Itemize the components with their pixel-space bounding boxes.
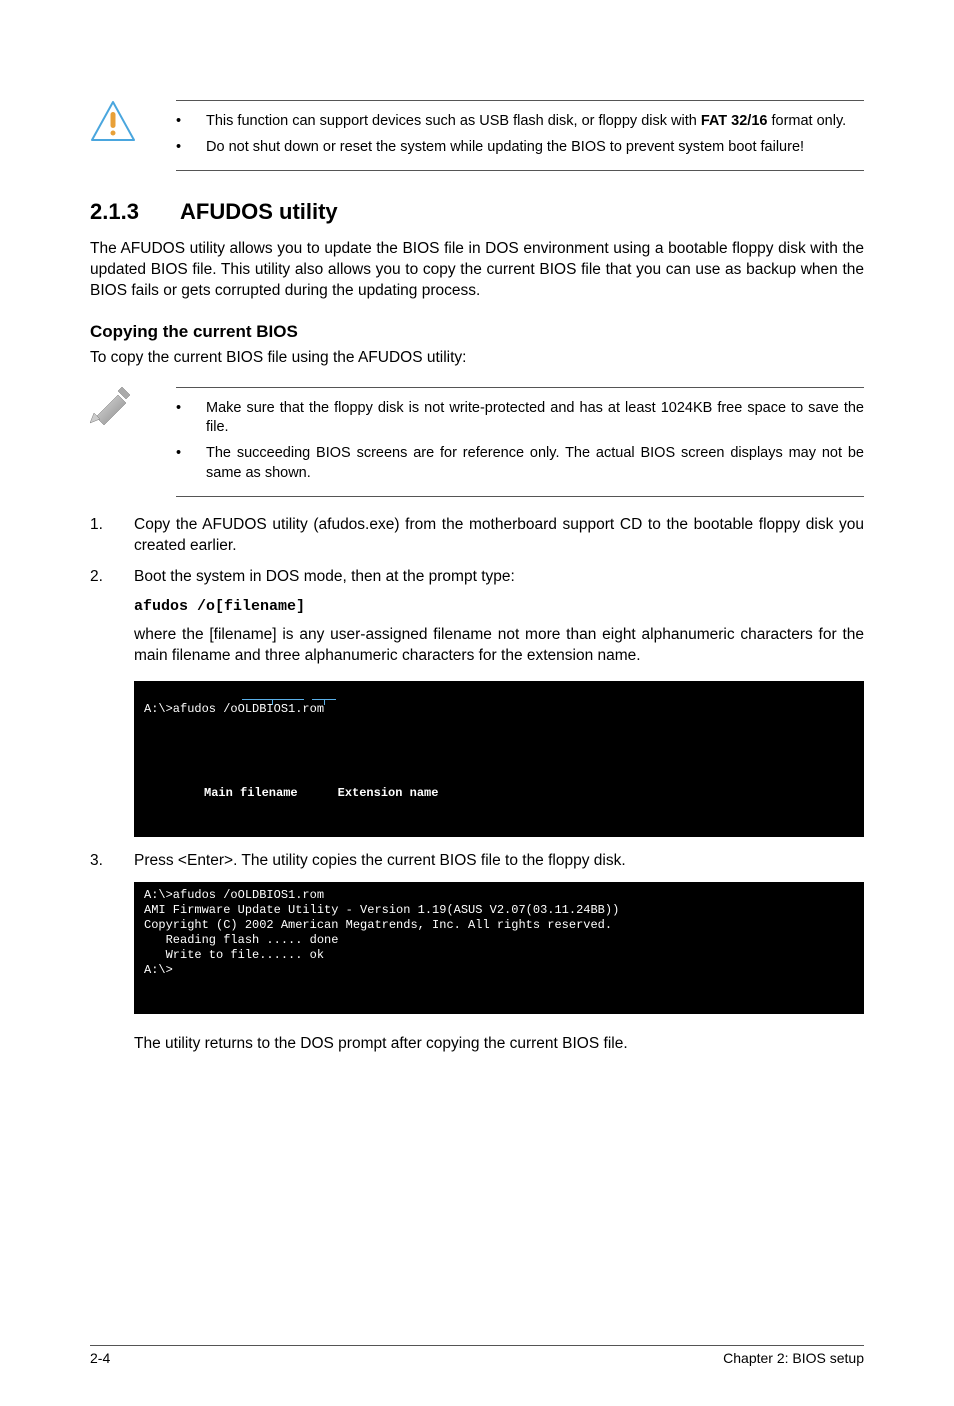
- warning-icon: [90, 100, 136, 142]
- warning-content: • This function can support devices such…: [176, 100, 864, 171]
- intro-paragraph: The AFUDOS utility allows you to update …: [90, 239, 864, 302]
- step-text: Copy the AFUDOS utility (afudos.exe) fro…: [134, 515, 864, 557]
- section-heading: 2.1.3AFUDOS utility: [90, 199, 864, 225]
- terminal-output: A:\>afudos /oOLDBIOS1.rom Main filename …: [134, 681, 864, 837]
- section-title: AFUDOS utility: [180, 199, 338, 224]
- bullet: •: [176, 138, 186, 158]
- pencil-icon: [90, 387, 136, 429]
- chapter-label: Chapter 2: BIOS setup: [723, 1350, 864, 1366]
- step-number: 3.: [90, 851, 112, 872]
- step-text: Press <Enter>. The utility copies the cu…: [134, 851, 864, 872]
- text: This function can support devices such a…: [206, 113, 701, 129]
- terminal-label-main: Main filename: [204, 786, 298, 801]
- step-text: Boot the system in DOS mode, then at the…: [134, 567, 864, 588]
- terminal-label-ext: Extension name: [338, 786, 439, 801]
- warning-callout: • This function can support devices such…: [90, 100, 864, 171]
- text-bold: FAT 32/16: [701, 113, 768, 129]
- step-description: where the [filename] is any user-assigne…: [134, 625, 864, 667]
- warning-item: • Do not shut down or reset the system w…: [176, 135, 864, 161]
- warning-item: • This function can support devices such…: [176, 109, 864, 135]
- text: format only.: [767, 113, 846, 129]
- note-item: • The succeeding BIOS screens are for re…: [176, 441, 864, 486]
- closing-paragraph: The utility returns to the DOS prompt af…: [134, 1034, 864, 1055]
- sub-heading: Copying the current BIOS: [90, 322, 864, 342]
- step-item: 3. Press <Enter>. The utility copies the…: [90, 851, 864, 872]
- command-text: afudos /o[filename]: [134, 598, 864, 615]
- section-number: 2.1.3: [90, 199, 180, 225]
- bullet: •: [176, 399, 186, 438]
- bullet: •: [176, 112, 186, 132]
- step-item: 2. Boot the system in DOS mode, then at …: [90, 567, 864, 588]
- sub-intro: To copy the current BIOS file using the …: [90, 348, 864, 369]
- text: Make sure that the floppy disk is not wr…: [206, 399, 864, 438]
- bullet: •: [176, 444, 186, 483]
- terminal-line: A:\>afudos /oOLDBIOS1.rom: [144, 702, 324, 716]
- page-footer: 2-4 Chapter 2: BIOS setup: [90, 1345, 864, 1366]
- step-number: 2.: [90, 567, 112, 588]
- text: The succeeding BIOS screens are for refe…: [206, 444, 864, 483]
- page-number: 2-4: [90, 1350, 110, 1366]
- terminal-output: A:\>afudos /oOLDBIOS1.rom AMI Firmware U…: [134, 882, 864, 1014]
- note-callout: • Make sure that the floppy disk is not …: [90, 387, 864, 497]
- step-item: 1. Copy the AFUDOS utility (afudos.exe) …: [90, 515, 864, 557]
- text: Do not shut down or reset the system whi…: [206, 138, 864, 158]
- step-number: 1.: [90, 515, 112, 557]
- note-content: • Make sure that the floppy disk is not …: [176, 387, 864, 497]
- steps-list-cont: 3. Press <Enter>. The utility copies the…: [90, 851, 864, 872]
- note-item: • Make sure that the floppy disk is not …: [176, 396, 864, 441]
- steps-list: 1. Copy the AFUDOS utility (afudos.exe) …: [90, 515, 864, 588]
